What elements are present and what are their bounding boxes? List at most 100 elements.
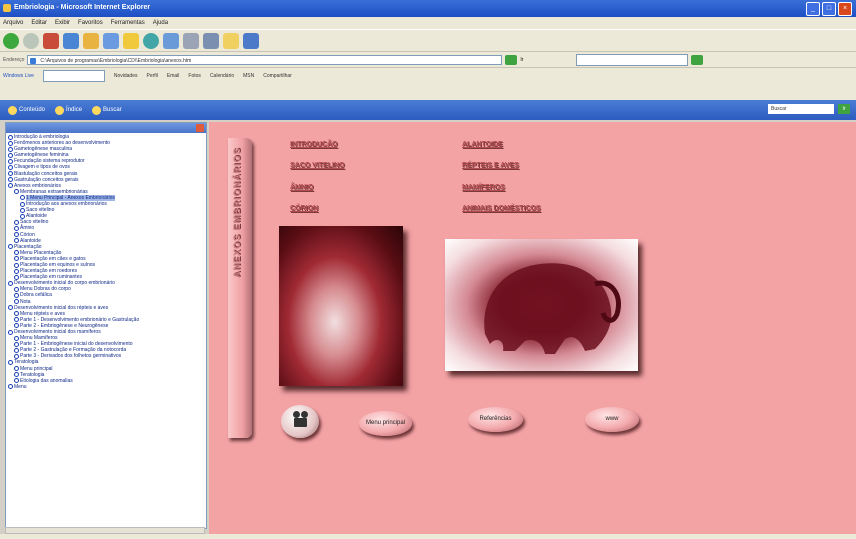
contents-icon [8, 105, 17, 115]
search-icon[interactable] [103, 32, 119, 49]
page-icon [14, 189, 19, 195]
book-icon [8, 244, 13, 250]
fetus-silhouette [484, 263, 621, 354]
toolbar-search-input[interactable] [576, 53, 689, 66]
home-icon[interactable] [83, 32, 99, 49]
links-msn[interactable]: MSN [243, 73, 254, 79]
fetus-photo [445, 239, 638, 371]
menu-tools[interactable]: Ferramentas [111, 20, 145, 26]
links-windows-live[interactable]: Windows Live [3, 73, 34, 79]
book-icon [8, 305, 13, 311]
page-icon [20, 213, 25, 219]
tree-item-label: Menu [14, 383, 27, 390]
menu-principal-button[interactable]: Menu principal [359, 411, 412, 436]
tree-item[interactable]: Menu [8, 384, 206, 390]
nav-search-label: Buscar [103, 107, 122, 113]
back-icon[interactable] [3, 32, 19, 49]
menu-edit[interactable]: Editar [31, 20, 47, 26]
sidebar-scrollbar[interactable] [5, 527, 205, 534]
links-bar: Windows Live Novidades Perfil Email Foto… [0, 67, 856, 83]
menu-bar: Arquivo Editar Exibir Favoritos Ferramen… [0, 17, 856, 29]
page-icon [14, 372, 19, 378]
toolbar-search-button[interactable] [691, 54, 704, 65]
page-icon [14, 292, 19, 298]
link-introducao[interactable]: INTRODUÇÃO [290, 141, 337, 148]
address-bar: Endereço C:\Arquivos de programas\Embrio… [0, 51, 856, 67]
page-icon [20, 207, 25, 213]
window-controls: _ □ × [806, 2, 852, 16]
nav-index[interactable]: Índice [55, 105, 83, 115]
favorites-bar [0, 83, 856, 100]
refresh-icon[interactable] [63, 32, 79, 49]
favorites-icon[interactable] [123, 32, 139, 49]
page-icon [14, 238, 19, 244]
page-icon [14, 323, 19, 329]
nav-contents[interactable]: Conteúdo [8, 105, 46, 115]
book-icon [8, 360, 13, 366]
menu-file[interactable]: Arquivo [3, 20, 23, 26]
page-icon [20, 201, 25, 207]
page-icon [14, 341, 19, 347]
stop-icon[interactable] [43, 32, 59, 49]
section-tab: ANEXOS EMBRIONÁRIOS [228, 138, 252, 438]
address-label: Endereço [3, 56, 25, 63]
page-icon [14, 232, 19, 238]
links-profile[interactable]: Perfil [147, 73, 158, 79]
link-saco-vitelino[interactable]: SACO VITELINO [290, 162, 344, 169]
close-sidebar-icon[interactable] [196, 124, 204, 132]
status-bar [0, 534, 856, 539]
links-share[interactable]: Compartilhar [263, 73, 292, 79]
nav-search[interactable]: Buscar [92, 105, 122, 115]
folder-icon[interactable] [223, 32, 239, 49]
page-icon [14, 286, 19, 292]
page-icon [14, 299, 19, 305]
messenger-icon[interactable] [243, 32, 259, 49]
help-navbar: Conteúdo Índice Buscar Buscar Ir [0, 100, 856, 120]
links-news[interactable]: Novidades [114, 73, 138, 79]
page-icon [14, 225, 19, 231]
link-alantoide[interactable]: ALANTOIDE [462, 141, 503, 148]
mail-icon[interactable] [163, 32, 179, 49]
page-icon [14, 347, 19, 353]
address-input[interactable]: C:\Arquivos de programas\Embriologia\CD\… [27, 54, 503, 65]
print-icon[interactable] [183, 32, 199, 49]
book-icon [8, 384, 13, 390]
page-icon [14, 335, 19, 341]
camera-reel-icon [301, 411, 308, 418]
video-camera-button[interactable] [281, 405, 319, 438]
links-calendar[interactable]: Calendário [210, 73, 234, 79]
menu-help[interactable]: Ajuda [153, 20, 168, 26]
page-icon [14, 219, 19, 225]
links-email[interactable]: Email [167, 73, 180, 79]
close-button[interactable]: × [838, 2, 852, 16]
links-photos[interactable]: Fotos [188, 73, 201, 79]
menu-favorites[interactable]: Favoritos [78, 20, 103, 26]
index-icon [55, 105, 65, 115]
minimize-button[interactable]: _ [806, 2, 820, 16]
maximize-button[interactable]: □ [822, 2, 836, 16]
sidebar-header [6, 123, 206, 133]
link-amnio[interactable]: ÂMNIO [290, 184, 313, 191]
page-icon [14, 250, 19, 256]
www-button[interactable]: www [585, 407, 639, 432]
link-repteis-aves[interactable]: RÉPTEIS E AVES [462, 162, 519, 169]
forward-icon[interactable] [23, 32, 39, 49]
link-animais-domesticos[interactable]: ANIMAIS DOMÉSTICOS [462, 205, 541, 212]
go-button[interactable] [505, 54, 518, 65]
nav-search-input[interactable]: Buscar [768, 104, 834, 114]
live-search-input[interactable] [42, 69, 105, 82]
referencias-button[interactable]: Referências [468, 407, 523, 432]
page-icon [14, 274, 19, 280]
link-mamiferos[interactable]: MAMÍFEROS [462, 184, 505, 191]
nav-contents-label: Conteúdo [19, 107, 46, 113]
nav-index-label: Índice [66, 107, 83, 113]
book-icon [8, 280, 13, 286]
edit-icon[interactable] [203, 32, 219, 49]
menu-view[interactable]: Exibir [55, 20, 70, 26]
page-icon [14, 311, 19, 317]
link-corion[interactable]: CÓRION [290, 205, 318, 212]
nav-search-button[interactable]: Ir [838, 104, 850, 114]
book-icon [8, 165, 13, 171]
history-icon[interactable] [143, 32, 159, 49]
content-pane: ANEXOS EMBRIONÁRIOS INTRODUÇÃO SACO VITE… [209, 122, 856, 534]
